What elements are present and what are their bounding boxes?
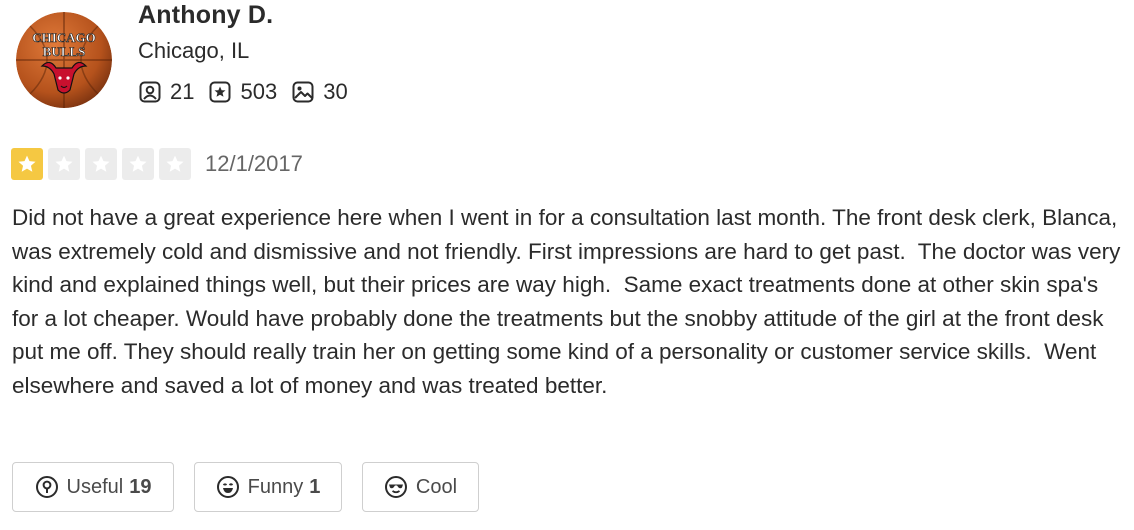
star-icon bbox=[55, 155, 73, 172]
reviews-count: 503 bbox=[240, 79, 278, 104]
cool-button[interactable]: Cool bbox=[362, 462, 479, 512]
star-icon bbox=[18, 155, 36, 172]
funny-label: Funny bbox=[247, 475, 304, 498]
star-icon bbox=[129, 155, 147, 172]
useful-lightbulb-icon bbox=[35, 476, 58, 498]
review-date: 12/1/2017 bbox=[205, 151, 303, 176]
photo-icon bbox=[292, 81, 314, 103]
useful-count: 19 bbox=[129, 475, 152, 498]
review-text: Did not have a great experience here whe… bbox=[12, 205, 1127, 398]
chicago-bulls-logo: CHICAGO BULLS bbox=[16, 12, 112, 108]
star-empty bbox=[48, 148, 80, 180]
user-location: Chicago, IL bbox=[138, 38, 250, 63]
photos-count: 30 bbox=[323, 79, 348, 104]
star-empty bbox=[159, 148, 191, 180]
star-empty bbox=[85, 148, 117, 180]
svg-text:BULLS: BULLS bbox=[43, 44, 86, 59]
reviews-stat: 503 bbox=[208, 79, 277, 105]
star-icon bbox=[92, 155, 110, 172]
review-actions: Useful 19 Funny 1 Cool bbox=[12, 462, 499, 512]
review-star-icon bbox=[209, 81, 231, 103]
funny-button[interactable]: Funny 1 bbox=[194, 462, 342, 512]
star-rating bbox=[11, 148, 196, 180]
friends-icon bbox=[139, 81, 161, 103]
friends-count: 21 bbox=[170, 79, 195, 104]
useful-label: Useful bbox=[66, 475, 124, 498]
rating-row: 12/1/2017 bbox=[11, 148, 303, 180]
funny-count: 1 bbox=[309, 475, 321, 498]
user-stats: 21 503 30 bbox=[138, 78, 362, 106]
star-filled bbox=[11, 148, 43, 180]
useful-button[interactable]: Useful 19 bbox=[12, 462, 174, 512]
user-name[interactable]: Anthony D. bbox=[138, 1, 273, 30]
cool-label: Cool bbox=[415, 475, 458, 498]
photos-stat: 30 bbox=[291, 79, 348, 105]
star-empty bbox=[122, 148, 154, 180]
cool-sunglasses-icon bbox=[384, 476, 407, 498]
funny-face-icon bbox=[216, 476, 239, 498]
star-icon bbox=[166, 155, 184, 172]
user-avatar[interactable]: CHICAGO BULLS bbox=[16, 12, 112, 108]
friends-stat: 21 bbox=[138, 79, 194, 105]
svg-text:CHICAGO: CHICAGO bbox=[32, 30, 96, 45]
